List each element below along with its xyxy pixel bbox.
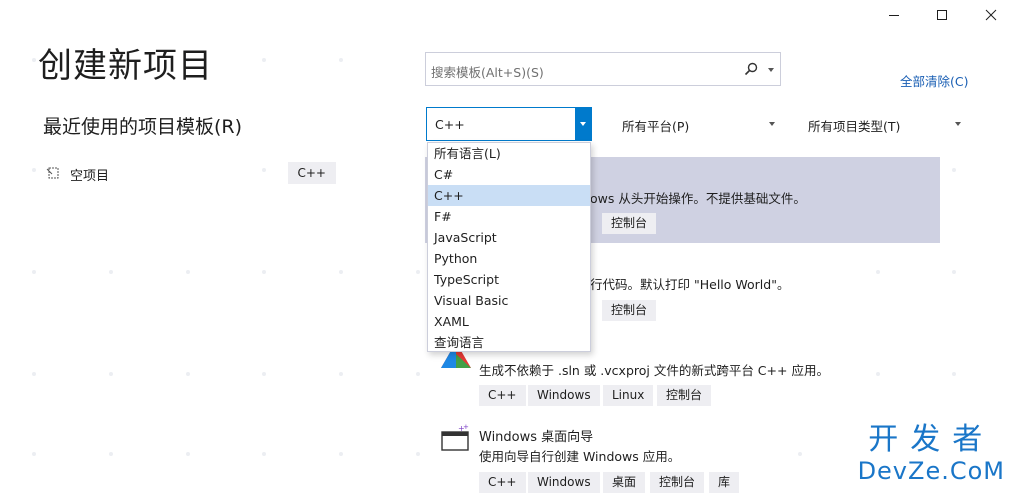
template-description: 行代码。默认打印 "Hello World"。 bbox=[590, 277, 790, 292]
dropdown-option-fsharp[interactable]: F# bbox=[428, 206, 590, 227]
project-type-filter-value: 所有项目类型(T) bbox=[808, 119, 901, 134]
template-description: ows 从头开始操作。不提供基础文件。 bbox=[590, 191, 806, 206]
maximize-icon bbox=[937, 10, 947, 20]
language-dropdown-list[interactable]: 所有语言(L) C# C++ F# JavaScript Python Type… bbox=[427, 142, 591, 352]
desktop-wizard-icon: + + bbox=[441, 424, 469, 451]
template-tag: C++ bbox=[479, 385, 526, 406]
close-icon bbox=[985, 9, 997, 21]
template-tag: 控制台 bbox=[602, 213, 657, 234]
dropdown-option-visual-basic[interactable]: Visual Basic bbox=[428, 290, 590, 311]
recent-template-tag: C++ bbox=[287, 162, 336, 184]
template-description: 生成不依赖于 .sln 或 .vcxproj 文件的新式跨平台 C++ 应用。 bbox=[479, 363, 829, 378]
minimize-button[interactable] bbox=[880, 4, 908, 26]
watermark-logo: 开发者 DevZe.CoM bbox=[858, 424, 1005, 486]
dropdown-option-csharp[interactable]: C# bbox=[428, 164, 590, 185]
project-type-filter-combo[interactable]: 所有项目类型(T) bbox=[800, 107, 966, 141]
recent-template-item[interactable]: 空项目 C++ bbox=[44, 162, 336, 186]
dropdown-option-query-language[interactable]: 查询语言 bbox=[428, 332, 590, 353]
template-tag: Linux bbox=[603, 385, 654, 406]
template-title: Windows 桌面向导 bbox=[479, 430, 594, 445]
language-filter-combo[interactable]: C++ bbox=[426, 107, 592, 141]
close-button[interactable] bbox=[977, 4, 1005, 26]
chevron-down-icon bbox=[769, 122, 775, 126]
svg-text:+: + bbox=[463, 424, 469, 431]
dropdown-option-javascript[interactable]: JavaScript bbox=[428, 227, 590, 248]
dropdown-option-all-languages[interactable]: 所有语言(L) bbox=[428, 143, 590, 164]
template-tag: Windows bbox=[528, 385, 600, 406]
maximize-button[interactable] bbox=[928, 4, 956, 26]
watermark-bottom-text: DevZe.CoM bbox=[857, 457, 1005, 485]
dropdown-option-python[interactable]: Python bbox=[428, 248, 590, 269]
clear-all-link[interactable]: 全部清除(C) bbox=[900, 71, 968, 90]
minimize-icon bbox=[889, 15, 899, 16]
empty-project-icon bbox=[46, 167, 59, 179]
chevron-down-icon[interactable] bbox=[575, 108, 591, 140]
recent-templates-heading: 最近使用的项目模板(R) bbox=[43, 116, 243, 138]
platform-filter-value: 所有平台(P) bbox=[622, 119, 690, 134]
search-icon[interactable] bbox=[744, 62, 758, 76]
template-description: 使用向导自行创建 Windows 应用。 bbox=[479, 449, 681, 464]
recent-template-label: 空项目 bbox=[70, 169, 110, 184]
template-tag: 控制台 bbox=[657, 385, 712, 406]
page-title: 创建新项目 bbox=[38, 46, 213, 86]
dropdown-option-typescript[interactable]: TypeScript bbox=[428, 269, 590, 290]
platform-filter-combo[interactable]: 所有平台(P) bbox=[614, 107, 780, 141]
template-search-box[interactable]: 搜索模板(Alt+S)(S) bbox=[425, 52, 781, 86]
dropdown-option-cpp[interactable]: C++ bbox=[428, 185, 590, 206]
chevron-down-icon bbox=[955, 122, 961, 126]
template-tag: 控制台 bbox=[602, 300, 657, 321]
watermark-top-text: 开发者 bbox=[868, 422, 995, 457]
language-filter-value: C++ bbox=[435, 117, 465, 132]
dropdown-option-xaml[interactable]: XAML bbox=[428, 311, 590, 332]
search-placeholder: 搜索模板(Alt+S)(S) bbox=[431, 65, 544, 80]
search-options-chevron-icon[interactable] bbox=[768, 68, 774, 72]
